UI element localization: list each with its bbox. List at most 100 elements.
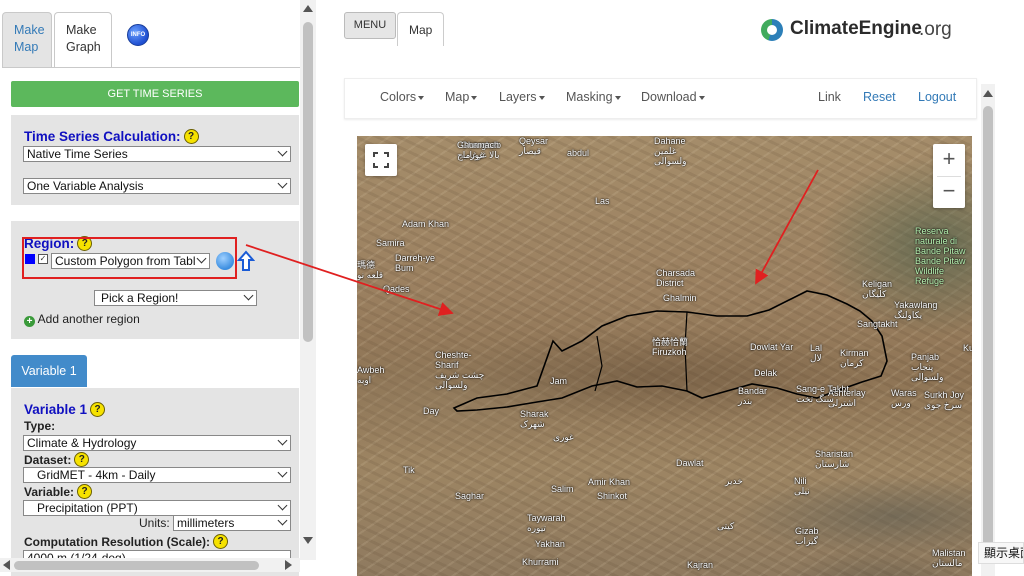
scroll-up-arrow-icon[interactable] bbox=[983, 90, 993, 97]
variable-1-tab[interactable]: Variable 1 bbox=[11, 355, 87, 387]
scrollbar-thumb[interactable] bbox=[983, 106, 993, 556]
logo-icon bbox=[761, 19, 783, 41]
map-place-label: Samira bbox=[376, 238, 405, 248]
scale-label-row: Computation Resolution (Scale):? bbox=[24, 533, 228, 551]
nav-label: Colors bbox=[380, 90, 417, 104]
map-place-label: Ghalmin bbox=[663, 293, 697, 303]
map-place-label: Qades bbox=[383, 284, 410, 294]
help-icon[interactable]: ? bbox=[74, 452, 90, 468]
info-icon[interactable]: INFO bbox=[127, 24, 149, 46]
fullscreen-button[interactable] bbox=[365, 144, 397, 176]
map-place-label: Bandar بندر bbox=[738, 386, 768, 406]
zoom-out-button[interactable]: − bbox=[933, 176, 965, 208]
scroll-up-arrow-icon[interactable] bbox=[303, 5, 313, 12]
get-time-series-button[interactable]: GET TIME SERIES bbox=[11, 81, 299, 107]
taskbar-show-desktop[interactable]: 顯示桌面 bbox=[978, 542, 1024, 564]
map-place-label: خدیر bbox=[725, 476, 743, 486]
chevron-down-icon bbox=[196, 254, 207, 264]
nav-layers-dropdown[interactable]: Layers bbox=[499, 90, 545, 104]
refresh-icon[interactable] bbox=[216, 252, 234, 270]
scroll-down-arrow-icon[interactable] bbox=[303, 537, 313, 544]
dataset-label: Dataset: bbox=[24, 453, 72, 467]
map-place-label: Reserva naturale di Bande Pitaw Bande Pi… bbox=[915, 226, 966, 286]
region-color-swatch[interactable] bbox=[25, 254, 35, 264]
menu-button[interactable]: MENU bbox=[344, 12, 396, 39]
pick-region-value: Pick a Region! bbox=[101, 291, 179, 305]
units-select[interactable]: millimeters bbox=[173, 515, 291, 531]
map-place-label: Darreh-ye Bum bbox=[395, 253, 436, 273]
calc-method-select[interactable]: Native Time Series bbox=[23, 146, 291, 162]
scrollbar-thumb[interactable] bbox=[303, 22, 313, 342]
page-scrollbar[interactable] bbox=[981, 84, 995, 576]
map-place-label: Amir Khan bbox=[588, 477, 631, 487]
map-place-label: Day bbox=[423, 406, 440, 416]
map-place-label: Nili نیلی bbox=[794, 476, 810, 496]
map-place-label: Sharak شهرک bbox=[520, 409, 549, 429]
map-place-label: Salim bbox=[551, 484, 574, 494]
map-place-label: Qeysar قیصار bbox=[519, 136, 549, 156]
map-place-label: Delak bbox=[754, 368, 778, 378]
caret-down-icon bbox=[614, 95, 621, 100]
tab-divider bbox=[2, 67, 300, 68]
tab-map[interactable]: Map bbox=[397, 12, 444, 46]
dataset-select[interactable]: GridMET - 4km - Daily bbox=[23, 467, 291, 483]
map-place-label: Lal لال bbox=[810, 343, 823, 363]
variable-box: Variable 1? Type: Climate & Hydrology Da… bbox=[11, 388, 299, 576]
add-region-row[interactable]: + Add another region bbox=[24, 312, 140, 327]
chevron-down-icon bbox=[277, 147, 288, 157]
help-icon[interactable]: ? bbox=[90, 402, 106, 418]
variable-select[interactable]: Precipitation (PPT) bbox=[23, 500, 291, 516]
help-icon[interactable]: ? bbox=[213, 534, 228, 550]
satellite-map[interactable]: Gharghab بالا غرغاب Ghurmach غورماچ Qeysar… bbox=[357, 136, 972, 576]
region-checkbox[interactable]: ✓ bbox=[38, 254, 48, 264]
map-place-label: Cheshte- Sharif چشت شریف ولسوالی bbox=[435, 350, 485, 390]
help-icon[interactable]: ? bbox=[183, 129, 199, 145]
map-place-label: Surkh Joy سرخ جوی bbox=[924, 390, 965, 410]
map-navbar: Colors Map Layers Masking Download Link … bbox=[344, 78, 977, 119]
map-place-label: Khurrami bbox=[522, 557, 559, 567]
nav-map-dropdown[interactable]: Map bbox=[445, 90, 478, 104]
calc-heading: Time Series Calculation: bbox=[24, 129, 181, 144]
left-panel-horizontal-scrollbar[interactable] bbox=[0, 558, 300, 572]
chevron-down-icon bbox=[277, 501, 288, 511]
nav-label: Map bbox=[445, 90, 470, 104]
time-series-calculation-box: Time Series Calculation:? Native Time Se… bbox=[11, 115, 299, 205]
map-place-label: Charsada District bbox=[656, 268, 696, 288]
zoom-in-button[interactable]: + bbox=[933, 144, 965, 176]
add-region-link[interactable]: Add another region bbox=[38, 312, 140, 326]
help-icon[interactable]: ? bbox=[77, 484, 93, 500]
logout-link[interactable]: Logout bbox=[918, 90, 956, 104]
chevron-down-icon bbox=[277, 179, 288, 189]
upload-arrow-icon[interactable] bbox=[237, 250, 255, 272]
analysis-type-select[interactable]: One Variable Analysis bbox=[23, 178, 291, 194]
units-value: millimeters bbox=[177, 516, 235, 530]
tab-make-map[interactable]: Make Map bbox=[2, 12, 52, 67]
nav-label: Download bbox=[641, 90, 697, 104]
pick-region-select[interactable]: Pick a Region! bbox=[94, 290, 257, 306]
variable-label: Variable: bbox=[24, 485, 75, 499]
help-icon[interactable]: ? bbox=[77, 236, 93, 252]
nav-masking-dropdown[interactable]: Masking bbox=[566, 90, 621, 104]
map-place-label: 瑪德 قلعه نو bbox=[357, 260, 384, 280]
tab-make-graph[interactable]: Make Graph bbox=[54, 12, 112, 68]
scroll-left-arrow-icon[interactable] bbox=[3, 560, 10, 570]
nav-download-dropdown[interactable]: Download bbox=[641, 90, 705, 104]
fullscreen-icon bbox=[373, 152, 389, 168]
region-heading-row: Region:? bbox=[24, 235, 93, 253]
variable-label-row: Variable:? bbox=[24, 483, 93, 501]
reset-link[interactable]: Reset bbox=[863, 90, 896, 104]
region-type-select[interactable]: Custom Polygon from Tabl bbox=[51, 253, 210, 269]
nav-colors-dropdown[interactable]: Colors bbox=[380, 90, 425, 104]
scrollbar-thumb[interactable] bbox=[14, 561, 259, 570]
caret-down-icon bbox=[698, 95, 705, 100]
left-panel-scrollbar[interactable] bbox=[300, 0, 316, 560]
type-select[interactable]: Climate & Hydrology bbox=[23, 435, 291, 451]
logo-text: ClimateEngine bbox=[790, 18, 922, 39]
scroll-right-arrow-icon[interactable] bbox=[285, 560, 292, 570]
chevron-down-icon bbox=[277, 436, 288, 446]
map-place-label: Dahane غلمین ولسوالی bbox=[654, 136, 687, 166]
app-root: Make Map Make Graph INFO GET TIME SERIES… bbox=[0, 0, 1024, 576]
nav-link[interactable]: Link bbox=[818, 90, 841, 104]
region-type-value: Custom Polygon from Tabl bbox=[55, 254, 196, 268]
map-place-label: غوری bbox=[553, 432, 574, 442]
